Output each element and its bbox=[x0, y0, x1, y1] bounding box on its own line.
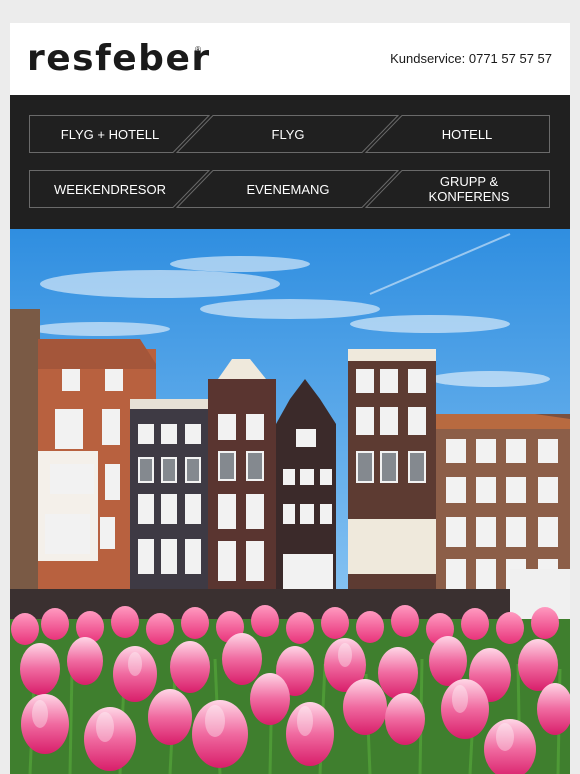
nav-weekendresor[interactable]: WEEKENDRESOR bbox=[29, 170, 191, 208]
nav-evenemang[interactable]: EVENEMANG bbox=[195, 170, 381, 208]
trademark-mark: ® bbox=[195, 45, 201, 54]
nav-flyg[interactable]: FLYG bbox=[195, 115, 381, 153]
brand-logo[interactable]: resfeber bbox=[27, 41, 211, 77]
nav-grupp-konferens[interactable]: GRUPP & KONFERENS bbox=[409, 170, 529, 208]
customer-service-phone[interactable]: Kundservice: 0771 57 57 57 bbox=[390, 51, 552, 66]
amsterdam-tulips-illustration bbox=[10, 229, 570, 774]
hero-image[interactable] bbox=[10, 229, 570, 774]
nav-flyg-hotell[interactable]: FLYG + HOTELL bbox=[29, 115, 191, 153]
nav-hotell[interactable]: HOTELL bbox=[384, 115, 550, 153]
main-navigation: FLYG + HOTELL FLYG HOTELL WEEKENDRESOR E… bbox=[10, 95, 570, 229]
nav-row-2: WEEKENDRESOR EVENEMANG GRUPP & KONFERENS bbox=[29, 170, 550, 208]
nav-row-1: FLYG + HOTELL FLYG HOTELL bbox=[29, 115, 550, 153]
header: resfeber ® Kundservice: 0771 57 57 57 bbox=[10, 23, 570, 95]
email-container: resfeber ® Kundservice: 0771 57 57 57 FL… bbox=[10, 23, 570, 774]
